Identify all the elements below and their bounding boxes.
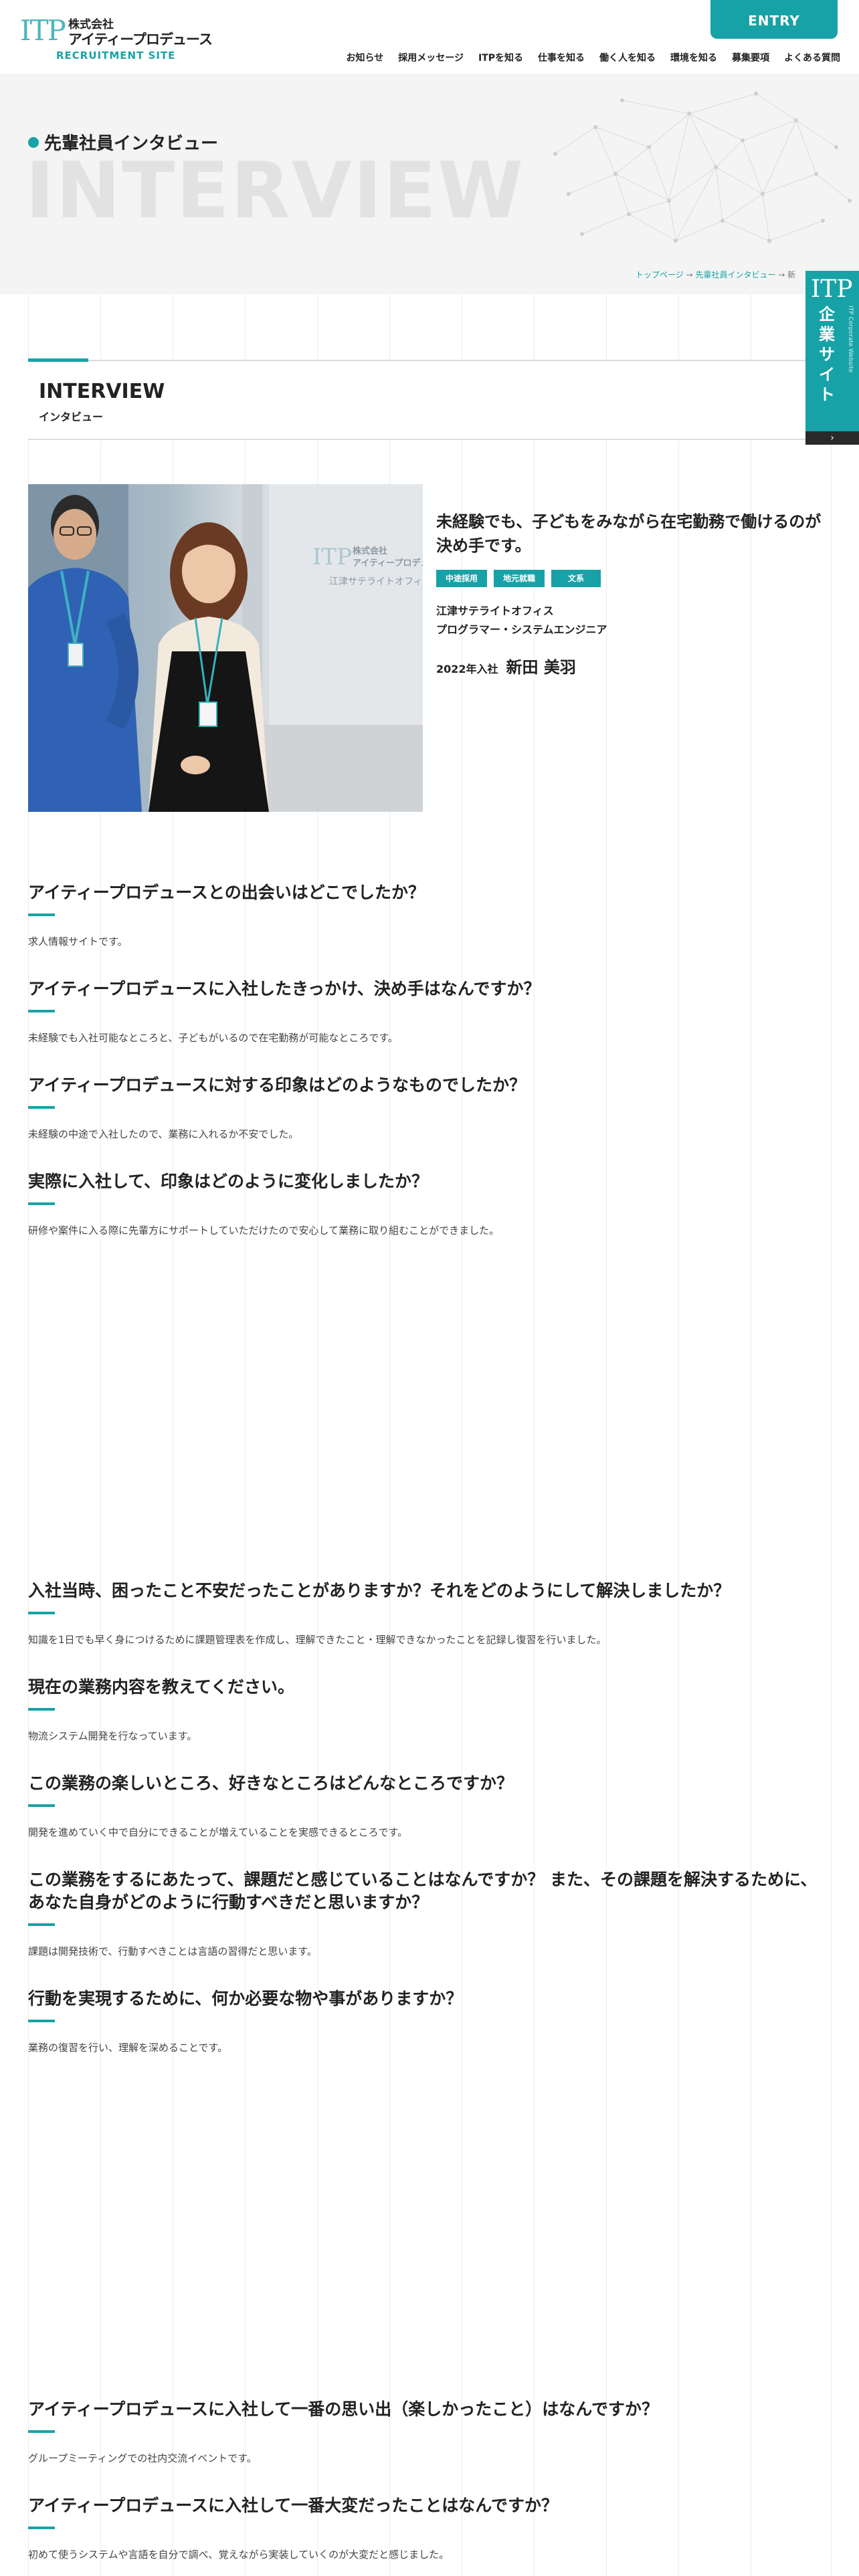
qa-accent-bar bbox=[28, 1923, 55, 1926]
qa-accent-bar bbox=[28, 2020, 55, 2022]
side-tab-itp: ITP bbox=[811, 276, 853, 303]
site-logo[interactable]: ITP 株式会社 アイティープロデュース RECRUITMENT SITE bbox=[20, 15, 221, 62]
tag-humanities: 文系 bbox=[551, 570, 601, 587]
qa-item: この業務をするにあたって、課題だと感じていることはなんですか？ また、その課題を… bbox=[28, 1868, 831, 1959]
photo-sign-itp: ITP bbox=[312, 544, 352, 570]
section-title-en: INTERVIEW bbox=[39, 380, 165, 403]
employee-photo: ITP 株式会社 アイティープロデュース 江津サテライトオフィ bbox=[28, 484, 423, 812]
profile-catchphrase: 未経験でも、子どもをみながら在宅勤務で働けるのが決め手です。 bbox=[436, 512, 822, 555]
qa-question: この業務の楽しいところ、好きなところはどんなところですか？ bbox=[28, 1774, 514, 1793]
page-title-text: 先輩社員インタビュー bbox=[44, 134, 219, 154]
qa-answer: 求人情報サイトです。 bbox=[28, 936, 128, 948]
qa-accent-bar bbox=[28, 2527, 55, 2529]
nav-item-people[interactable]: 働く人を知る bbox=[599, 51, 656, 64]
profile-name: 新田 美羽 bbox=[506, 658, 576, 677]
nav-item-faq[interactable]: よくある質問 bbox=[784, 51, 840, 64]
tag-local: 地元就職 bbox=[494, 570, 545, 587]
entry-button[interactable]: ENTRY bbox=[710, 0, 838, 39]
qa-answer: 未経験の中途で入社したので、業務に入れるか不安でした。 bbox=[28, 1128, 299, 1140]
qa-item: この業務の楽しいところ、好きなところはどんなところですか？ 開発を進めていく中で… bbox=[28, 1772, 831, 1840]
qa-item: アイティープロデュースに入社して一番の思い出（楽しかったこと）はなんですか？ グ… bbox=[28, 2398, 831, 2466]
logo-company-name: アイティープロデュース bbox=[68, 31, 213, 47]
qa-accent-bar bbox=[28, 2430, 55, 2433]
qa-question: 行動を実現するために、何か必要な物や事がありますか？ bbox=[28, 1989, 463, 2008]
logo-subtitle: RECRUITMENT SITE bbox=[56, 49, 176, 62]
nav-item-about[interactable]: ITPを知る bbox=[478, 51, 523, 64]
qa-question: 入社当時、困ったこと不安だったことがありますか？それをどのようにして解決しました… bbox=[28, 1581, 731, 1600]
qa-question: アイティープロデュースに入社して一番大変だったことはなんですか？ bbox=[28, 2496, 559, 2515]
qa-accent-bar bbox=[28, 1106, 55, 1109]
profile-tags: 中途採用 地元就職 文系 bbox=[436, 570, 831, 587]
logo-company-prefix: 株式会社 bbox=[68, 18, 114, 31]
qa-question: アイティープロデュースに入社したきっかけ、決め手はなんですか？ bbox=[28, 979, 541, 998]
page-title: 先輩社員インタビュー bbox=[28, 130, 218, 154]
breadcrumb-current: 新 bbox=[787, 270, 796, 280]
photo-sign-office: 江津サテライトオフィ bbox=[329, 576, 423, 587]
qa-item: アイティープロデュースとの出会いはどこでしたか？ 求人情報サイトです。 bbox=[28, 881, 831, 950]
network-decoration bbox=[553, 92, 852, 243]
qa-accent-bar bbox=[28, 1202, 55, 1205]
qa-question: アイティープロデュースとの出会いはどこでしたか？ bbox=[28, 883, 425, 902]
breadcrumb-parent[interactable]: 先輩社員インタビュー bbox=[695, 270, 775, 280]
global-nav: お知らせ 採用メッセージ ITPを知る 仕事を知る 働く人を知る 環境を知る 募… bbox=[347, 51, 841, 64]
qa-question: 現在の業務内容を教えてください。 bbox=[28, 1677, 295, 1697]
qa-accent-bar bbox=[28, 1010, 55, 1012]
qa-answer: グループミーティングでの社内交流イベントです。 bbox=[28, 2452, 257, 2464]
qa-question: 実際に入社して、印象はどのように変化しましたか？ bbox=[28, 1172, 429, 1191]
title-dot-icon bbox=[28, 136, 39, 148]
qa-question: アイティープロデュースに対する印象はどのようなものでしたか？ bbox=[28, 1075, 527, 1095]
qa-item: 行動を実現するために、何か必要な物や事がありますか？ 業務の復習を行い、理解を深… bbox=[28, 1988, 831, 2056]
site-header: ITP 株式会社 アイティープロデュース RECRUITMENT SITE EN… bbox=[0, 0, 859, 74]
nav-item-news[interactable]: お知らせ bbox=[347, 51, 384, 64]
nav-item-requirements[interactable]: 募集要項 bbox=[732, 51, 769, 64]
qa-answer: 研修や案件に入る際に先輩方にサポートしていただけたので安心して業務に取り組むこと… bbox=[28, 1224, 500, 1237]
profile-joined: 2022年入社 新田 美羽 bbox=[436, 654, 831, 677]
qa-answer: 業務の復習を行い、理解を深めることです。 bbox=[28, 2042, 228, 2054]
qa-accent-bar bbox=[28, 1612, 55, 1614]
side-tab-small-text: ITP Corporate Website bbox=[847, 306, 854, 373]
qa-answer: 知識を1日でも早く身につけるために課題管理表を作成し、理解できたこと・理解できな… bbox=[28, 1634, 607, 1646]
qa-answer: 課題は開発技術で、行動すべきことは言語の習得だと思います。 bbox=[28, 1945, 317, 1957]
page-hero: INTERVIEW 先輩社員インタビュー トップページ → 先輩社員インタビュー… bbox=[0, 74, 859, 294]
employee-profile: 未経験でも、子どもをみながら在宅勤務で働けるのが決め手です。 中途採用 地元就職… bbox=[436, 510, 831, 677]
nav-item-message[interactable]: 採用メッセージ bbox=[398, 51, 464, 64]
corporate-site-tab[interactable]: ITP 企業サイト ITP Corporate Website bbox=[805, 271, 859, 431]
side-tab-arrow-icon[interactable]: › bbox=[805, 431, 859, 445]
qa-question: アイティープロデュースに入社して一番の思い出（楽しかったこと）はなんですか？ bbox=[28, 2399, 659, 2419]
breadcrumb: トップページ → 先輩社員インタビュー → 新 bbox=[636, 269, 795, 280]
photo-sign-line2: アイティープロデュース bbox=[353, 558, 423, 568]
logo-itp-mark: ITP bbox=[20, 14, 66, 47]
qa-item: 入社当時、困ったこと不安だったことがありますか？それをどのようにして解決しました… bbox=[28, 1580, 831, 1648]
qa-accent-bar bbox=[28, 1804, 55, 1807]
nav-item-environment[interactable]: 環境を知る bbox=[670, 51, 717, 64]
qa-question: この業務をするにあたって、課題だと感じていることはなんですか？ また、その課題を… bbox=[28, 1870, 818, 1912]
qa-answer: 未経験でも入社可能なところと、子どもがいるので在宅勤務が可能なところです。 bbox=[28, 1032, 398, 1044]
qa-answer: 物流システム開発を行なっています。 bbox=[28, 1730, 197, 1742]
qa-item: アイティープロデュースに対する印象はどのようなものでしたか？ 未経験の中途で入社… bbox=[28, 1074, 831, 1142]
profile-joined-year: 2022年入社 bbox=[436, 663, 498, 675]
breadcrumb-separator: → bbox=[683, 270, 696, 280]
section-title-jp: インタビュー bbox=[39, 411, 104, 423]
qa-item: アイティープロデュースに入社したきっかけ、決め手はなんですか？ 未経験でも入社可… bbox=[28, 978, 831, 1046]
nav-item-work[interactable]: 仕事を知る bbox=[538, 51, 585, 64]
qa-answer: 開発を進めていく中で自分にできることが増えていることを実感できるところです。 bbox=[28, 1826, 408, 1838]
qa-item: アイティープロデュースに入社して一番大変だったことはなんですか？ 初めて使うシス… bbox=[28, 2494, 831, 2563]
profile-office: 江津サテライトオフィス bbox=[436, 605, 554, 617]
qa-accent-bar bbox=[28, 1708, 55, 1711]
section-heading: INTERVIEW インタビュー bbox=[28, 358, 831, 440]
qa-answer: 初めて使うシステムや言語を自分で調べ、覚えながら実装していくのが大変だと感じまし… bbox=[28, 2549, 450, 2561]
qa-item: 実際に入社して、印象はどのように変化しましたか？ 研修や案件に入る際に先輩方にサ… bbox=[28, 1170, 831, 1239]
profile-job: プログラマー・システムエンジニア bbox=[436, 623, 607, 636]
breadcrumb-separator: → bbox=[775, 270, 788, 280]
photo-sign-line1: 株式会社 bbox=[353, 546, 387, 556]
breadcrumb-home[interactable]: トップページ bbox=[636, 270, 684, 280]
side-tab-label: 企業サイト bbox=[819, 305, 835, 404]
qa-item: 現在の業務内容を教えてください。 物流システム開発を行なっています。 bbox=[28, 1676, 831, 1744]
qa-accent-bar bbox=[28, 914, 55, 916]
section-accent-bar bbox=[28, 358, 88, 362]
hero-title-en: INTERVIEW bbox=[25, 146, 525, 236]
tag-midcareer: 中途採用 bbox=[436, 570, 488, 587]
